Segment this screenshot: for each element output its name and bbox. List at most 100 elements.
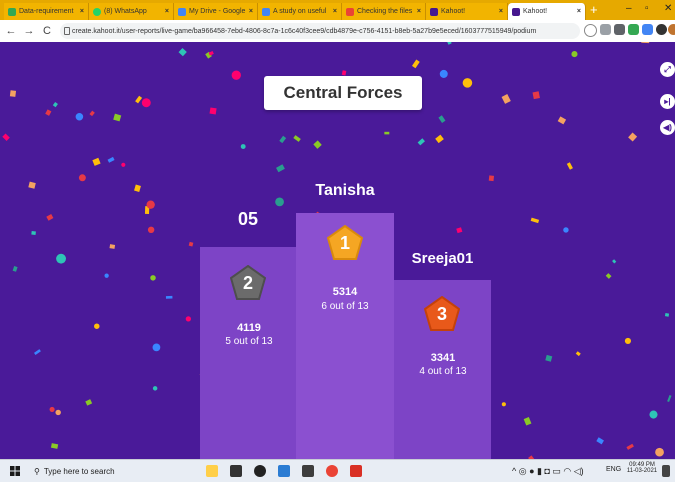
- podium-third: 3 3341 4 out of 13: [394, 280, 491, 459]
- skip-icon[interactable]: ▸|: [660, 94, 675, 109]
- extension-icon[interactable]: [600, 24, 611, 35]
- file-explorer-icon[interactable]: [206, 465, 218, 477]
- search-placeholder: Type here to search: [43, 466, 115, 476]
- store-icon[interactable]: [230, 465, 242, 477]
- podium-first: 1 5314 6 out of 13: [296, 213, 394, 459]
- extension-icon[interactable]: [614, 24, 625, 35]
- confetti-piece: [411, 59, 420, 69]
- player-name-third: Sreeja01: [411, 250, 474, 267]
- tab-label: Data-requirement: [19, 8, 74, 15]
- rank-number: 3: [436, 303, 447, 324]
- whatsapp-icon: [93, 7, 101, 16]
- confetti-piece: [612, 259, 617, 264]
- confetti-piece: [185, 316, 191, 322]
- tab-my-drive[interactable]: My Drive - Google ×: [174, 3, 258, 20]
- kahoot-icon: [430, 7, 438, 16]
- taskbar: ⚲ Type here to search ^ ◎ ● ▮ ◘ ▭ ◠ ◁) E…: [0, 459, 675, 482]
- confetti-piece: [523, 416, 532, 426]
- player-score: 3341: [430, 352, 456, 364]
- close-icon[interactable]: ×: [249, 8, 253, 15]
- confetti-piece: [501, 94, 511, 104]
- player-correct: 6 out of 13: [321, 301, 369, 312]
- close-icon[interactable]: ×: [333, 8, 337, 15]
- confetti-piece: [9, 90, 17, 97]
- kahoot-icon: [512, 7, 520, 16]
- pdf-icon[interactable]: [350, 465, 362, 477]
- rank-badge-first: 1: [327, 225, 363, 261]
- extension-icon[interactable]: [642, 24, 653, 35]
- confetti-piece: [624, 337, 632, 345]
- app-icon[interactable]: [302, 465, 314, 477]
- lock-icon: [64, 27, 70, 35]
- windows-start-icon[interactable]: [10, 466, 20, 476]
- close-icon[interactable]: ×: [417, 8, 421, 15]
- close-icon[interactable]: ×: [577, 8, 581, 15]
- confetti-piece: [141, 98, 151, 108]
- docs-icon: [262, 7, 270, 16]
- tab-whatsapp[interactable]: (8) WhatsApp ×: [89, 3, 174, 20]
- forward-icon[interactable]: →: [22, 25, 36, 37]
- player-correct: 4 out of 13: [419, 366, 467, 377]
- confetti-piece: [28, 181, 36, 189]
- confetti-piece: [532, 91, 540, 100]
- quiz-title: Central Forces: [264, 76, 422, 110]
- confetti-piece: [109, 244, 116, 249]
- confetti-piece: [530, 217, 540, 224]
- tab-study[interactable]: A study on useful ×: [258, 3, 342, 20]
- confetti-piece: [462, 78, 473, 88]
- tab-checking-files[interactable]: Checking the files ×: [342, 3, 426, 20]
- confetti-piece: [446, 42, 452, 45]
- confetti-piece: [563, 227, 569, 233]
- maximize-icon[interactable]: ▫: [645, 3, 649, 14]
- tab-kahoot-active[interactable]: Kahoot! ×: [508, 3, 586, 20]
- confetti-piece: [628, 132, 638, 142]
- confetti-piece: [92, 157, 101, 166]
- volume-icon[interactable]: ◀): [660, 120, 675, 135]
- close-icon[interactable]: ×: [165, 8, 169, 15]
- confetti-piece: [438, 115, 446, 123]
- confetti-piece: [152, 386, 158, 391]
- rank-number: 1: [339, 232, 350, 253]
- tab-label: My Drive - Google: [189, 8, 246, 15]
- language-indicator[interactable]: ENG: [606, 466, 621, 473]
- clock[interactable]: 09:49 PM 11-03-2021: [626, 462, 658, 474]
- notification-icon[interactable]: [662, 465, 670, 477]
- reload-icon[interactable]: C: [40, 25, 54, 37]
- app-icon[interactable]: [254, 465, 266, 477]
- check-extension-icon[interactable]: [628, 24, 639, 35]
- confetti-piece: [231, 70, 241, 80]
- confetti-piece: [626, 443, 634, 450]
- address-toolbar: ← → C create.kahoot.it/user-reports/live…: [0, 20, 675, 43]
- confetti-piece: [456, 227, 463, 234]
- star-icon[interactable]: [584, 24, 597, 37]
- fullscreen-icon[interactable]: ⤢: [660, 62, 675, 77]
- tab-label: Kahoot!: [523, 8, 548, 15]
- confetti-piece: [12, 265, 18, 272]
- tab-strip: Data-requirement × (8) WhatsApp × My Dri…: [0, 0, 675, 20]
- confetti-piece: [75, 112, 84, 121]
- tray-icons[interactable]: ^ ◎ ● ▮ ◘ ▭ ◠ ◁): [512, 466, 584, 477]
- tab-label: Kahoot!: [441, 8, 466, 15]
- chrome-icon[interactable]: [326, 465, 338, 477]
- puzzle-icon[interactable]: [656, 24, 667, 35]
- confetti-piece: [435, 134, 444, 144]
- player-score: 5314: [332, 286, 358, 298]
- address-bar[interactable]: create.kahoot.it/user-reports/live-game/…: [60, 23, 580, 39]
- app-icon[interactable]: [278, 465, 290, 477]
- close-window-icon[interactable]: ✕: [664, 3, 672, 14]
- close-icon[interactable]: ×: [499, 8, 503, 15]
- tab-kahoot-1[interactable]: Kahoot! ×: [426, 3, 508, 20]
- close-icon[interactable]: ×: [80, 8, 84, 15]
- confetti-piece: [152, 343, 161, 352]
- new-tab-button[interactable]: +: [590, 2, 598, 17]
- confetti-piece: [501, 402, 506, 407]
- back-icon[interactable]: ←: [4, 25, 18, 37]
- player-score: 4119: [237, 322, 261, 334]
- minimize-icon[interactable]: –: [626, 3, 632, 14]
- confetti-piece: [150, 275, 156, 281]
- tab-data-requirement[interactable]: Data-requirement ×: [4, 3, 89, 20]
- confetti-piece: [94, 323, 100, 329]
- taskbar-search[interactable]: ⚲ Type here to search: [34, 464, 184, 478]
- confetti-piece: [557, 116, 567, 125]
- avatar[interactable]: [668, 24, 675, 35]
